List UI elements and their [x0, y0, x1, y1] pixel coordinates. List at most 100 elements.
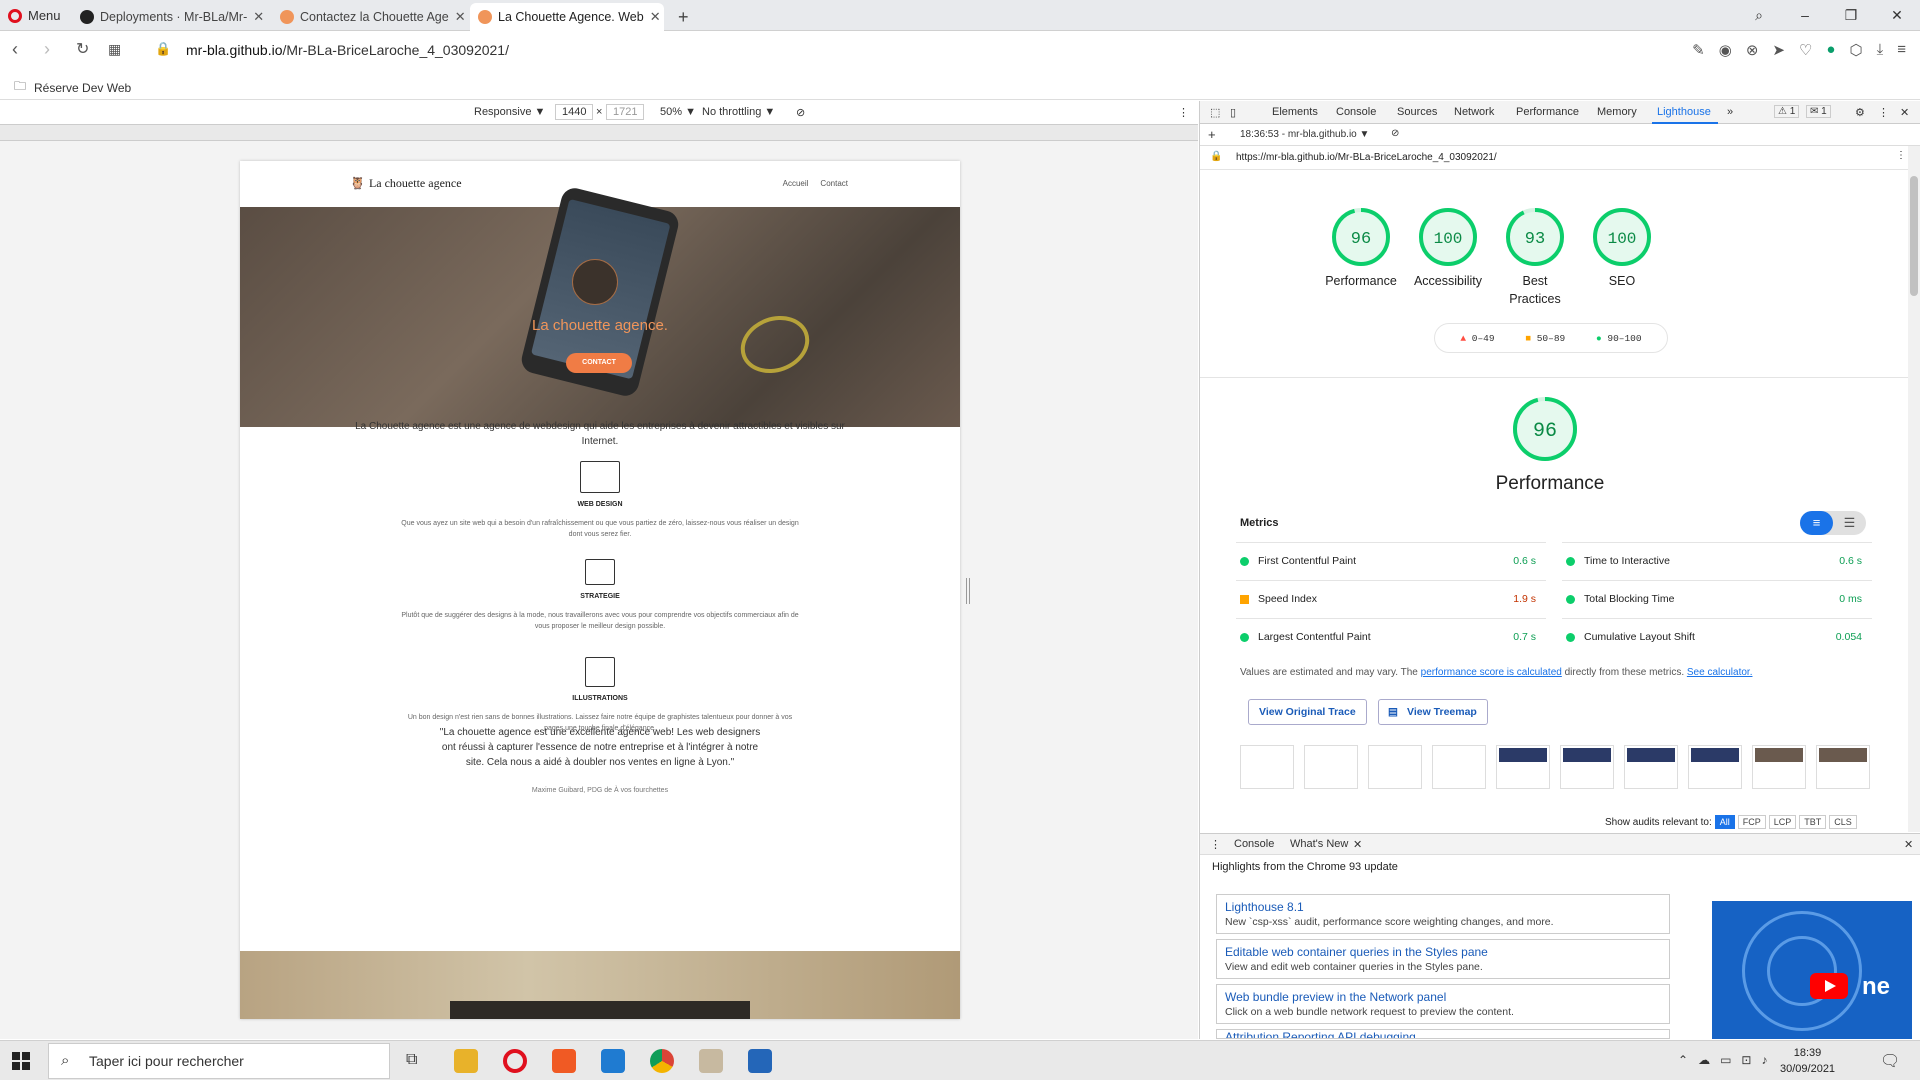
close-tab-icon[interactable]: ✕ [1353, 838, 1362, 851]
hero-contact-button[interactable]: CONTACT [566, 353, 632, 373]
whats-new-video[interactable]: ne [1712, 901, 1912, 1039]
tab-sources[interactable]: Sources [1397, 106, 1437, 118]
tab-elements[interactable]: Elements [1272, 106, 1318, 118]
filter-fcp[interactable]: FCP [1737, 815, 1766, 829]
view-original-trace-button[interactable]: View Original Trace [1248, 699, 1367, 725]
blocker-icon[interactable]: ⊗ [1746, 41, 1759, 59]
gauge-performance[interactable]: 96 Performance [1316, 205, 1406, 290]
reload-icon[interactable]: ↻ [76, 39, 89, 59]
whats-new-item[interactable]: Lighthouse 8.1 New `csp-xss` audit, perfo… [1216, 894, 1670, 934]
nav-contact[interactable]: Contact [820, 179, 848, 188]
zoom-select[interactable]: 50% ▼ [660, 106, 696, 118]
taskbar-clock[interactable]: 18:39 30/09/2021 [1780, 1045, 1835, 1077]
speed-dial-icon[interactable]: ▦ [108, 41, 121, 58]
camera-icon[interactable]: ◉ [1719, 41, 1732, 59]
expanded-view-icon[interactable]: ☰ [1833, 511, 1866, 535]
vscode-icon[interactable] [601, 1049, 625, 1073]
kebab-menu-icon[interactable]: ⋮ [1878, 106, 1889, 119]
cube-icon[interactable]: ⬡ [1849, 41, 1862, 59]
whats-new-item[interactable]: Editable web container queries in the St… [1216, 939, 1670, 979]
tab-deployments[interactable]: Deployments · Mr-BLa/Mr- ✕ [72, 3, 272, 31]
filter-tbt[interactable]: TBT [1799, 815, 1827, 829]
tab-network[interactable]: Network [1454, 106, 1494, 118]
restore-icon[interactable]: ❐ [1828, 0, 1874, 31]
minimize-icon[interactable]: – [1782, 0, 1828, 31]
report-scrollbar[interactable] [1908, 146, 1920, 832]
resize-handle[interactable] [966, 578, 970, 604]
rotate-icon[interactable]: ⊘ [796, 106, 805, 119]
tab-console[interactable]: Console [1336, 106, 1376, 118]
device-toggle-icon[interactable]: ▯ [1230, 106, 1236, 119]
drawer-menu-icon[interactable]: ⋮ [1210, 838, 1221, 851]
filter-cls[interactable]: CLS [1829, 815, 1857, 829]
bookmark-folder[interactable]: 🗀 Réserve Dev Web [14, 77, 131, 98]
settings-gear-icon[interactable]: ⚙ [1855, 106, 1865, 119]
tab-contact[interactable]: Contactez la Chouette Age ✕ [272, 3, 468, 31]
more-options-icon[interactable]: ⋮ [1178, 106, 1189, 119]
taskbar-search[interactable]: ⌕ Taper ici pour rechercher [48, 1043, 390, 1079]
close-icon[interactable]: ✕ [253, 9, 264, 25]
more-tabs-icon[interactable]: » [1727, 106, 1733, 118]
close-drawer-icon[interactable]: ✕ [1904, 838, 1913, 851]
opera-icon[interactable] [503, 1049, 527, 1073]
close-window-icon[interactable]: ✕ [1874, 0, 1920, 31]
heart-icon[interactable]: ♡ [1799, 41, 1812, 59]
opera-menu-button[interactable]: Menu [8, 8, 61, 23]
score-calculated-link[interactable]: performance score is calculated [1421, 667, 1562, 678]
view-treemap-button[interactable]: ▤ View Treemap [1378, 699, 1488, 725]
cloud-icon[interactable]: ☁ [1698, 1053, 1710, 1067]
height-input[interactable]: 1721 [606, 104, 645, 120]
whats-new-item[interactable]: Attribution Reporting API debugging [1216, 1029, 1670, 1039]
chrome-icon[interactable] [650, 1049, 674, 1073]
paint-icon[interactable] [699, 1049, 723, 1073]
back-icon[interactable]: ‹ [12, 39, 18, 60]
new-tab-button[interactable]: + [670, 3, 698, 31]
drawer-tab-whats-new[interactable]: What's New [1290, 838, 1348, 850]
edit-icon[interactable]: ✎ [1692, 41, 1705, 59]
tab-performance[interactable]: Performance [1516, 106, 1579, 118]
gauge-best-practices[interactable]: 93 Best Practices [1490, 205, 1580, 308]
site-logo[interactable]: 🦉 La chouette agence [350, 176, 462, 191]
nav-accueil[interactable]: Accueil [783, 179, 809, 188]
throttling-select[interactable]: No throttling ▼ [702, 106, 775, 118]
close-icon[interactable]: ✕ [455, 9, 466, 25]
report-select[interactable]: 18:36:53 - mr-bla.github.io ▼ [1240, 129, 1369, 140]
tab-lighthouse[interactable]: Lighthouse [1657, 106, 1711, 118]
filter-all[interactable]: All [1714, 815, 1735, 829]
brave-icon[interactable] [552, 1049, 576, 1073]
volume-icon[interactable]: ♪ [1761, 1053, 1767, 1067]
gauge-accessibility[interactable]: 100 Accessibility [1403, 205, 1493, 290]
width-input[interactable]: 1440 [555, 104, 594, 120]
whats-new-item[interactable]: Web bundle preview in the Network panel C… [1216, 984, 1670, 1024]
close-icon[interactable]: ✕ [650, 9, 661, 25]
file-explorer-icon[interactable] [454, 1049, 478, 1073]
drawer-tab-console[interactable]: Console [1234, 838, 1274, 850]
device-mode-select[interactable]: Responsive ▼ [474, 106, 545, 118]
tab-home[interactable]: La Chouette Agence. Web ✕ [470, 3, 664, 31]
close-devtools-icon[interactable]: ✕ [1900, 106, 1909, 119]
report-menu-icon[interactable]: ⋮ [1896, 150, 1906, 161]
inspect-icon[interactable]: ⬚ [1210, 106, 1220, 119]
metrics-view-toggle[interactable]: ≡ ☰ [1800, 511, 1866, 535]
windows-start-icon[interactable] [12, 1052, 30, 1070]
report-url[interactable]: https://mr-bla.github.io/Mr-BLa-BriceLar… [1236, 152, 1497, 163]
chevron-up-icon[interactable]: ⌃ [1678, 1053, 1688, 1067]
photos-icon[interactable] [748, 1049, 772, 1073]
search-tabs-icon[interactable]: ⌕ [1736, 0, 1782, 31]
filter-lcp[interactable]: LCP [1768, 815, 1797, 829]
forward-icon[interactable]: › [44, 39, 50, 60]
download-icon[interactable]: ⤓ [1877, 41, 1884, 59]
send-icon[interactable]: ➤ [1772, 41, 1785, 59]
network-icon[interactable]: ⊡ [1741, 1053, 1751, 1067]
url-field[interactable]: mr-bla.github.io/Mr-BLa-BriceLaroche_4_0… [186, 42, 509, 58]
add-report-icon[interactable]: + [1208, 127, 1216, 142]
clear-reports-icon[interactable]: ⊘ [1391, 128, 1399, 139]
warnings-badge[interactable]: ⚠ 1 [1774, 105, 1800, 118]
battery-icon[interactable]: ▭ [1720, 1053, 1731, 1067]
gauge-seo[interactable]: 100 SEO [1577, 205, 1667, 290]
tab-memory[interactable]: Memory [1597, 106, 1637, 118]
compact-view-icon[interactable]: ≡ [1800, 511, 1833, 535]
easy-setup-icon[interactable]: ≡ [1897, 41, 1906, 59]
task-view-icon[interactable]: ⧉ [406, 1051, 417, 1069]
extension-icon[interactable]: ● [1826, 41, 1835, 59]
